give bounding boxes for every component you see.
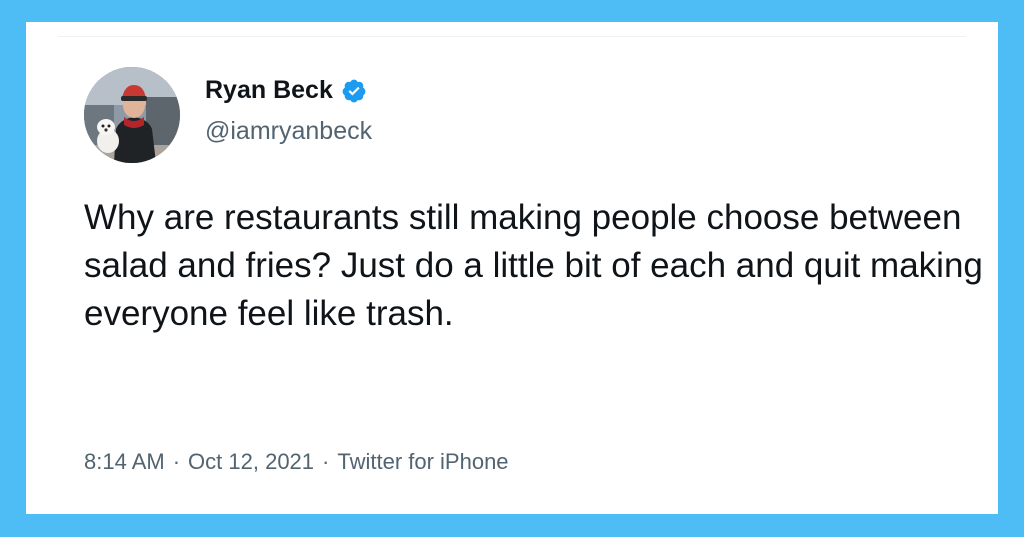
- tweet-text: Why are restaurants still making people …: [84, 198, 983, 333]
- tweet-card: Ryan Beck @iamryanbeck Why are restauran…: [26, 22, 998, 514]
- divider: [58, 36, 966, 37]
- tweet-time[interactable]: 8:14 AM: [84, 449, 165, 474]
- tweet-metadata: 8:14 AM · Oct 12, 2021 · Twitter for iPhone: [84, 449, 509, 475]
- tweet-date[interactable]: Oct 12, 2021: [188, 449, 314, 474]
- profile-photo-icon: [84, 67, 180, 163]
- separator-dot: ·: [322, 449, 330, 474]
- separator-dot: ·: [172, 449, 181, 474]
- author-name-row: Ryan Beck: [205, 76, 367, 105]
- avatar[interactable]: [84, 67, 180, 163]
- author-display-name[interactable]: Ryan Beck: [205, 76, 333, 105]
- author-handle[interactable]: @iamryanbeck: [205, 117, 372, 146]
- verified-badge-icon: [342, 79, 366, 102]
- tweet-source[interactable]: Twitter for iPhone: [337, 449, 508, 474]
